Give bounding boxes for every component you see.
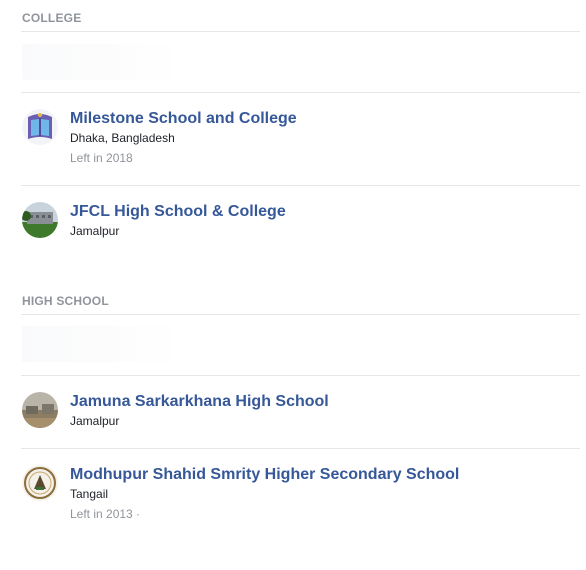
divider	[21, 448, 580, 449]
college-entry-milestone: Milestone School and College Dhaka, Bang…	[22, 109, 578, 169]
college-section-heading: COLLEGE	[22, 11, 82, 25]
landscape-photo-icon[interactable]	[22, 392, 58, 428]
school-location: Tangail	[70, 487, 109, 501]
school-name-link[interactable]: Jamuna Sarkarkhana High School	[70, 392, 570, 411]
add-college-placeholder	[22, 44, 182, 80]
school-location: Jamalpur	[70, 414, 120, 428]
college-entry-jfcl: JFCL High School & College Jamalpur	[22, 202, 578, 242]
divider	[21, 185, 580, 186]
school-location: Jamalpur	[70, 224, 120, 238]
school-name-link[interactable]: Milestone School and College	[70, 109, 570, 128]
divider	[21, 375, 580, 376]
divider	[21, 92, 580, 93]
high-school-section-heading: HIGH SCHOOL	[22, 294, 109, 308]
divider	[21, 31, 580, 32]
school-location: Dhaka, Bangladesh	[70, 131, 175, 145]
book-emblem-icon[interactable]	[22, 109, 58, 145]
campus-photo-icon[interactable]	[22, 202, 58, 238]
school-name-link[interactable]: JFCL High School & College	[70, 202, 570, 221]
school-emblem-icon[interactable]	[22, 465, 58, 501]
attendance-status: Left in 2018	[70, 151, 133, 165]
school-name-link[interactable]: Modhupur Shahid Smrity Higher Secondary …	[70, 465, 570, 484]
attendance-status: Left in 2013 ·	[70, 507, 141, 521]
high-school-entry-jamuna: Jamuna Sarkarkhana High School Jamalpur	[22, 392, 578, 432]
divider	[21, 314, 580, 315]
high-school-entry-modhupur: Modhupur Shahid Smrity Higher Secondary …	[22, 465, 578, 525]
add-high-school-placeholder	[22, 326, 182, 362]
